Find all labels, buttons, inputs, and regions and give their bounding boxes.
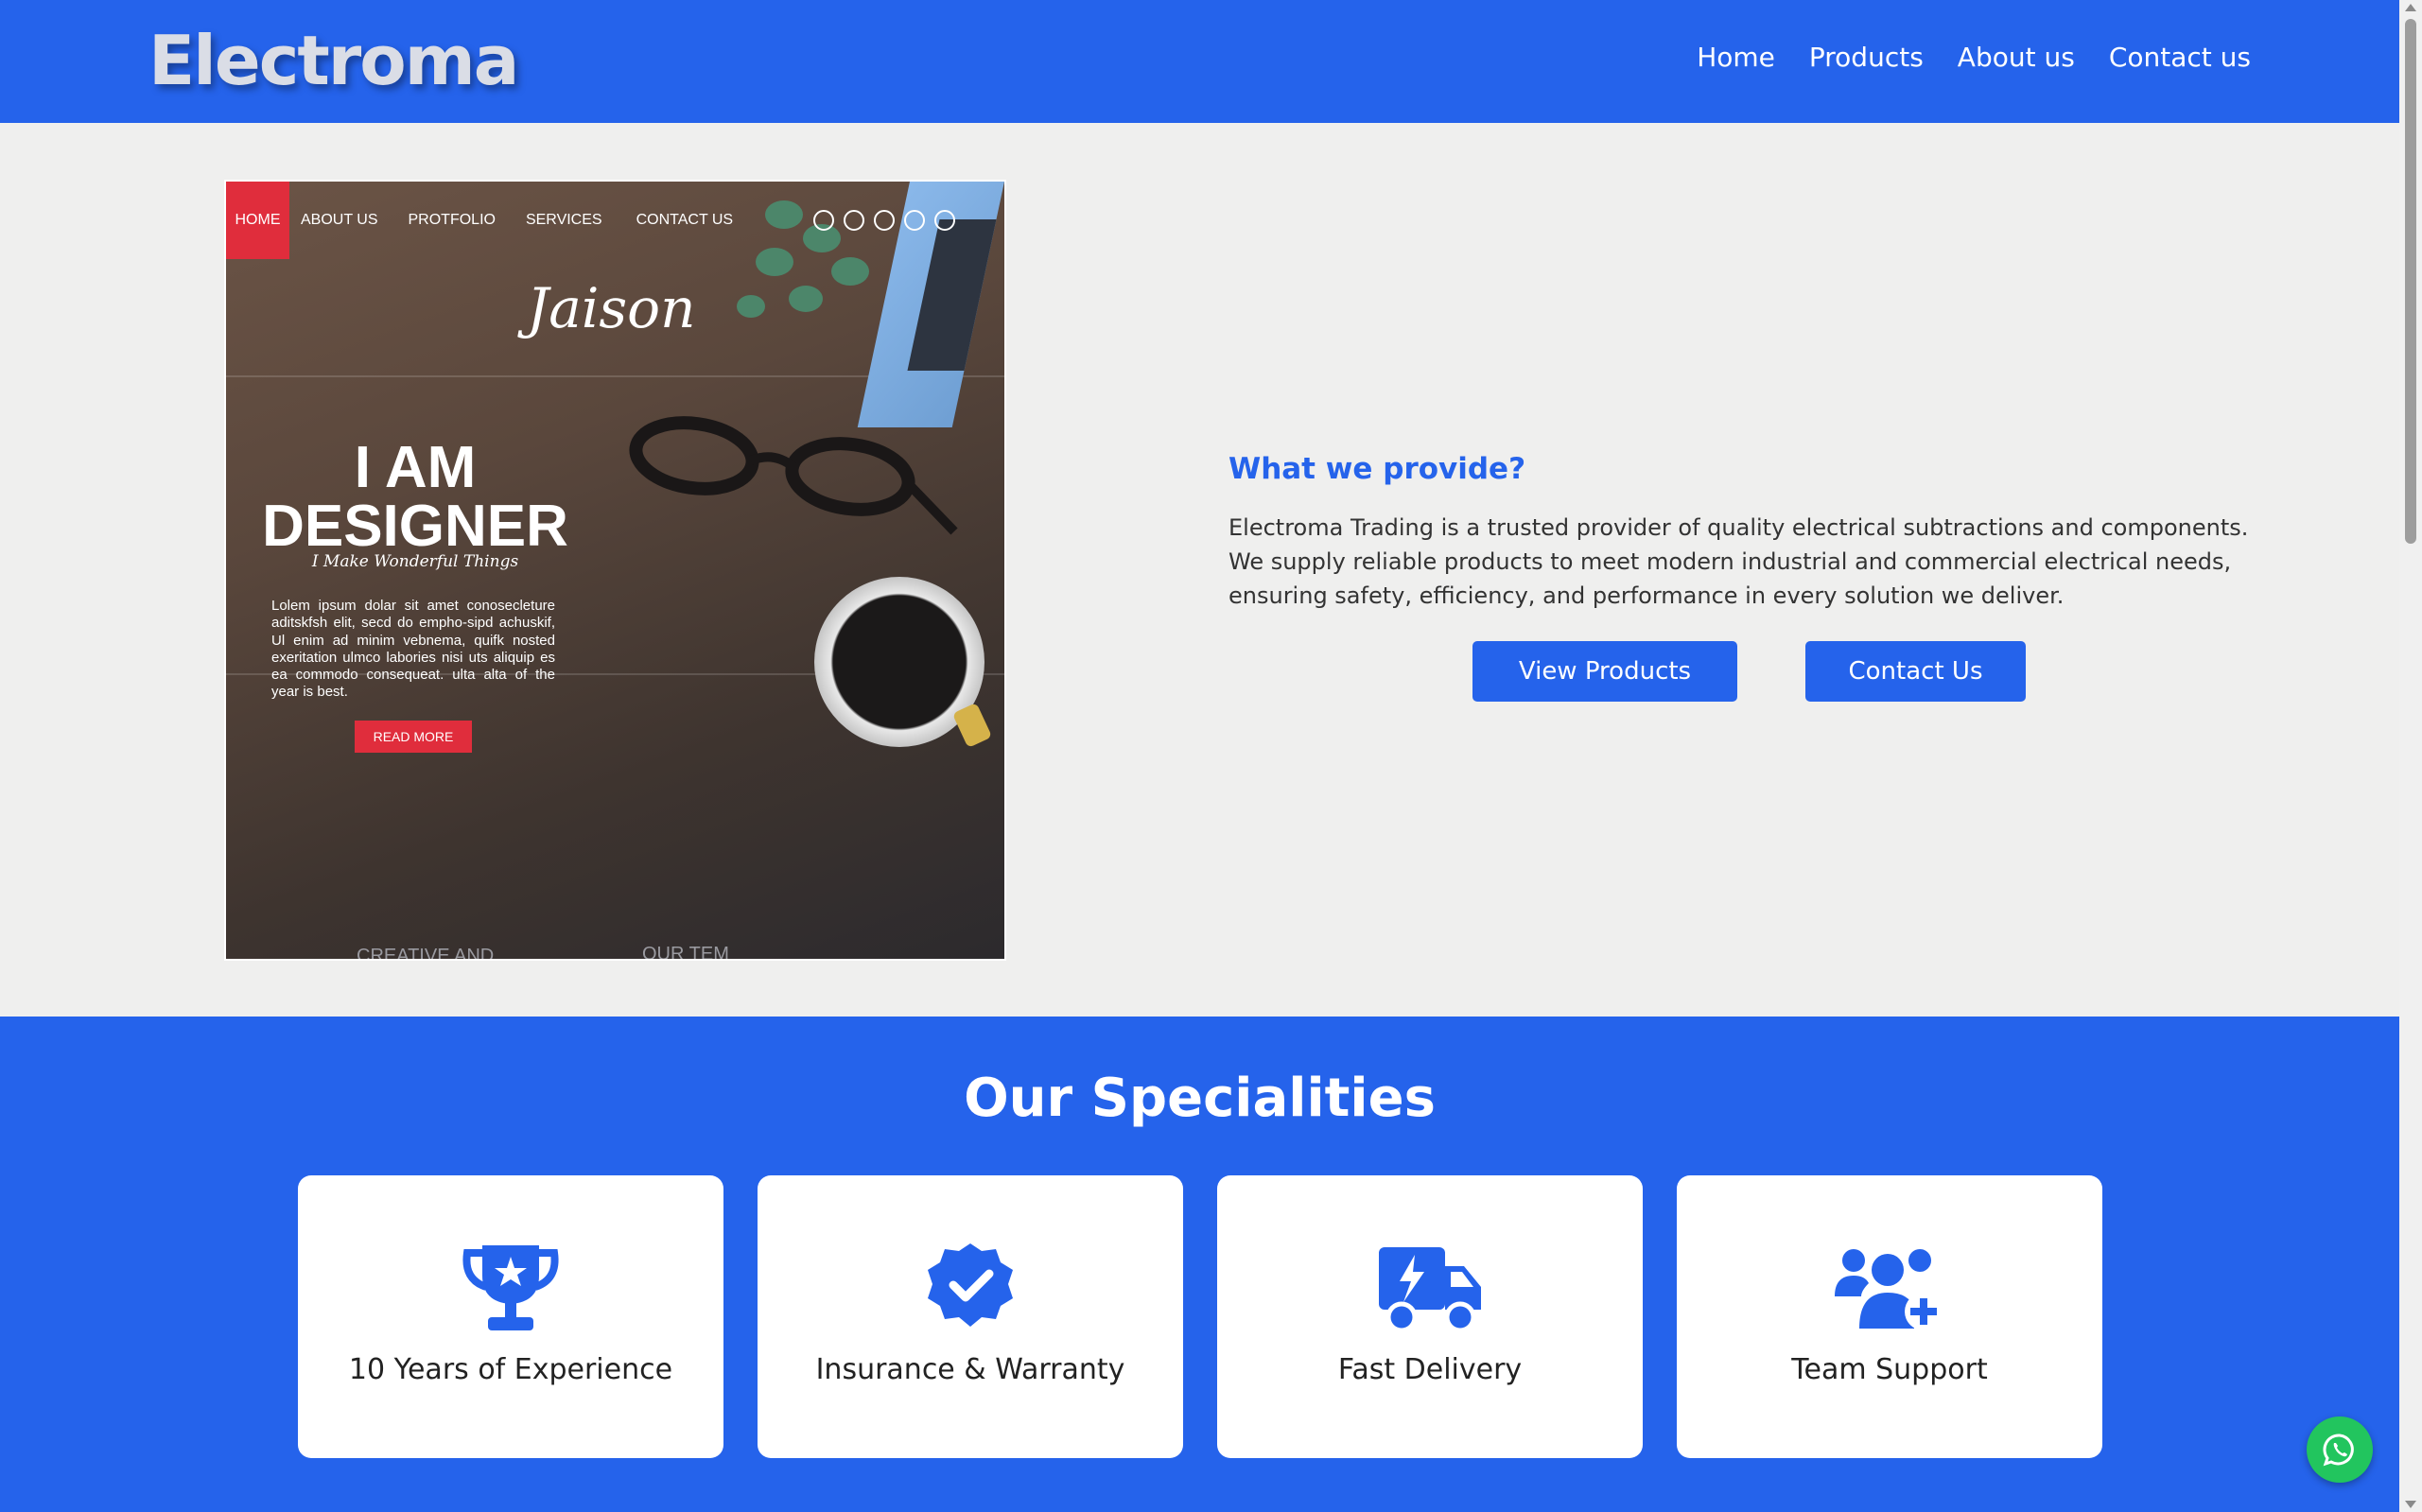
team-add-icon (1835, 1249, 1943, 1330)
speciality-card-delivery: Fast Delivery (1217, 1175, 1643, 1458)
glasses-graphic (629, 416, 958, 535)
nav-products[interactable]: Products (1809, 42, 1924, 73)
scroll-up-arrow[interactable] (2405, 4, 2416, 11)
scroll-down-arrow[interactable] (2405, 1501, 2416, 1508)
speciality-card-experience: 10 Years of Experience (298, 1175, 723, 1458)
whatsapp-button[interactable] (2307, 1416, 2373, 1483)
nav-about-us[interactable]: About us (1958, 42, 2075, 73)
specialities-section: Our Specialities 10 Years of Experience (0, 1017, 2399, 1512)
mockup-nav-services: SERVICES (525, 212, 602, 228)
mockup-brand: Jaison (527, 276, 696, 340)
view-products-button[interactable]: View Products (1472, 641, 1737, 702)
hero-description: Electroma Trading is a trusted provider … (1228, 514, 2249, 609)
mockup-body: Lolem ipsum dolar sit amet conosecleture… (271, 598, 555, 701)
mockup-tagline: I Make Wonderful Things (311, 552, 519, 571)
verified-badge-icon (928, 1243, 1013, 1327)
speciality-label: 10 Years of Experience (348, 1353, 673, 1386)
mockup-nav-about: ABOUT US (301, 212, 378, 228)
mockup-read-more: READ MORE (355, 721, 472, 753)
site-header: Electroma Home Products About us Contact… (0, 0, 2399, 123)
speciality-label: Insurance & Warranty (815, 1353, 1125, 1386)
mockup-headline: I AM DESIGNER (262, 435, 568, 559)
trophy-icon (462, 1245, 559, 1330)
hero-section: HOME ABOUT US PROTFOLIO SERVICES CONTACT… (0, 123, 2399, 1017)
hero-buttons: View Products Contact Us (1472, 641, 2026, 702)
mockup-nav-portfolio: PROTFOLIO (408, 212, 496, 228)
vertical-scrollbar[interactable] (2399, 0, 2422, 1512)
hero-title: What we provide? (1228, 452, 1526, 486)
main-nav: Home Products About us Contact us (1697, 42, 2251, 73)
mockup-nav-contact: CONTACT US (636, 212, 734, 228)
mockup-social-icons (813, 210, 955, 231)
nav-contact-us[interactable]: Contact us (2109, 42, 2251, 73)
speciality-label: Fast Delivery (1337, 1353, 1523, 1386)
speciality-label: Team Support (1791, 1353, 1988, 1386)
site-logo[interactable]: Electroma (148, 21, 519, 100)
mockup-footer-left: CREATIVE AND (357, 946, 495, 961)
specialities-title: Our Specialities (964, 1068, 1436, 1129)
delivery-truck-icon (1379, 1247, 1481, 1333)
speciality-card-support: Team Support (1677, 1175, 2102, 1458)
page: Electroma Home Products About us Contact… (0, 0, 2399, 1512)
scroll-thumb[interactable] (2405, 19, 2416, 544)
contact-us-button[interactable]: Contact Us (1805, 641, 2026, 702)
speciality-card-warranty: Insurance & Warranty (758, 1175, 1183, 1458)
hero-image: HOME ABOUT US PROTFOLIO SERVICES CONTACT… (224, 180, 1006, 961)
hero-text: What we provide? Electroma Trading is a … (1228, 452, 2255, 613)
mockup-footer-right: OUR TEM (642, 944, 729, 961)
whatsapp-icon (2323, 1434, 2354, 1467)
nav-home[interactable]: Home (1697, 42, 1775, 73)
specialities-cards: 10 Years of Experience Insurance & Warra… (298, 1175, 2102, 1458)
mockup-nav-home: HOME (226, 182, 289, 259)
